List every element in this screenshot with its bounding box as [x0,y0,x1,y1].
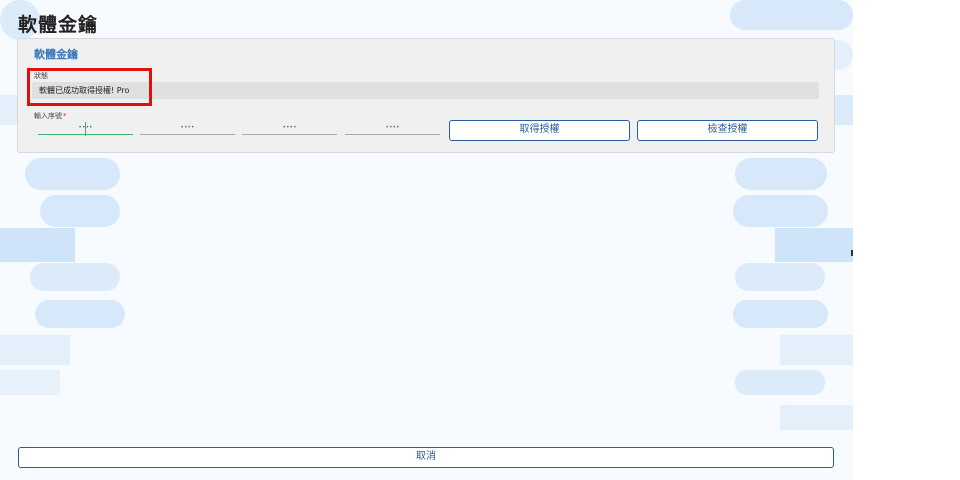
page-title: 軟體金鑰 [18,14,99,36]
serial-label: 輸入序號* [34,111,67,121]
window-edge-marker [851,250,853,256]
highlight-annotation [27,68,152,106]
app-window: 軟體金鑰 軟體金鑰 狀態 軟體已成功取得授權! Pro 輸入序號* 取得授權 檢… [0,0,853,480]
required-mark: * [63,112,67,120]
text-cursor [85,122,86,136]
card-title: 軟體金鑰 [34,48,78,61]
cancel-button[interactable]: 取消 [18,447,834,468]
serial-input-2[interactable] [140,121,235,135]
serial-input-4[interactable] [345,121,440,135]
check-license-button[interactable]: 檢查授權 [637,120,818,141]
get-license-button[interactable]: 取得授權 [449,120,630,141]
serial-input-3[interactable] [242,121,337,135]
serial-label-text: 輸入序號 [34,112,62,120]
